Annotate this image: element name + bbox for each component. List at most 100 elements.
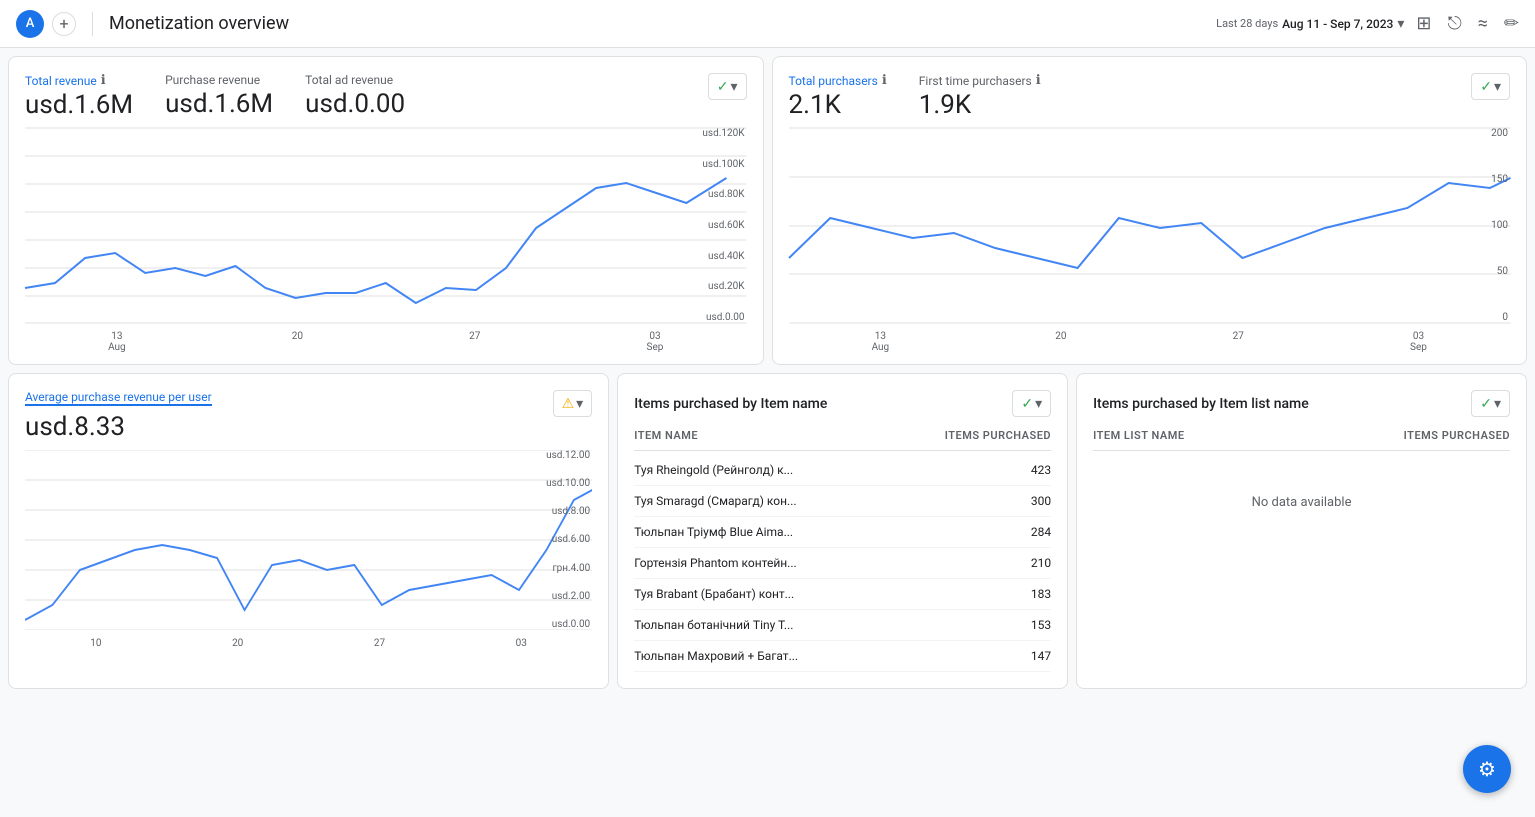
revenue-check-button[interactable]: ✓ ▾ bbox=[708, 73, 747, 100]
add-account-button[interactable]: + bbox=[52, 12, 76, 36]
purchase-revenue-metric: Purchase revenue usd.1.6M bbox=[165, 73, 273, 119]
edit-icon[interactable]: ✏ bbox=[1504, 13, 1519, 34]
chart-icon[interactable]: ⊞ bbox=[1416, 13, 1431, 34]
table-row: Туя Smaragd (Смарагд) кон... 300 bbox=[634, 486, 1051, 517]
header-right: Last 28 days Aug 11 - Sep 7, 2023 ▾ ⊞ ⎋ … bbox=[1216, 13, 1519, 34]
purch-x-label-2: 27 bbox=[1233, 331, 1244, 353]
table-row: Тюльпан Тріумф Blue Aima... 284 bbox=[634, 517, 1051, 548]
rev-x-label-3: 03 Sep bbox=[647, 331, 664, 353]
rev-y-label-1: usd.100K bbox=[702, 159, 744, 170]
date-prefix: Last 28 days bbox=[1216, 17, 1278, 30]
rev-x-label-1: 20 bbox=[292, 331, 303, 353]
date-dropdown-icon[interactable]: ▾ bbox=[1397, 16, 1404, 32]
avatar[interactable]: A bbox=[16, 10, 44, 38]
table-row: Туя Rheingold (Рейнголд) к... 423 bbox=[634, 455, 1051, 486]
purch-y-label-2: 100 bbox=[1491, 220, 1508, 231]
rev-y-label-3: usd.60K bbox=[702, 220, 744, 231]
avg-revenue-card: Average purchase revenue per user usd.8.… bbox=[8, 373, 609, 689]
avg-card-actions: ⚠ ▾ bbox=[553, 390, 593, 417]
avg-y-label-3: usd.6.00 bbox=[546, 534, 590, 545]
purchasers-card-actions: ✓ ▾ bbox=[1471, 73, 1510, 100]
list-check-button[interactable]: ✓ ▾ bbox=[1471, 390, 1510, 417]
revenue-card: Total revenue ℹ usd.1.6M Purchase revenu… bbox=[8, 56, 764, 365]
total-purchasers-info-icon[interactable]: ℹ bbox=[882, 73, 887, 88]
avg-revenue-label: Average purchase revenue per user bbox=[25, 390, 212, 406]
first-time-label: First time purchasers ℹ bbox=[919, 73, 1041, 88]
ad-revenue-value: usd.0.00 bbox=[305, 89, 405, 119]
avg-y-label-0: usd.12.00 bbox=[546, 450, 590, 461]
avg-y-label-2: usd.8.00 bbox=[546, 506, 590, 517]
total-revenue-info-icon[interactable]: ℹ bbox=[101, 73, 106, 88]
top-charts-row: Total revenue ℹ usd.1.6M Purchase revenu… bbox=[8, 56, 1527, 365]
purchasers-check-button[interactable]: ✓ ▾ bbox=[1471, 73, 1510, 100]
items-col-purchased: ITEMS PURCHASED bbox=[945, 429, 1051, 442]
date-value: Aug 11 - Sep 7, 2023 bbox=[1282, 17, 1393, 31]
purch-x-label-3: 03 Sep bbox=[1410, 331, 1427, 353]
row-item-name: Туя Rheingold (Рейнголд) к... bbox=[634, 463, 1031, 477]
items-col-headers: ITEM NAME ITEMS PURCHASED bbox=[634, 429, 1051, 451]
table-row: Тюльпан Махровий + Багат... 147 bbox=[634, 641, 1051, 672]
bottom-row: Average purchase revenue per user usd.8.… bbox=[8, 373, 1527, 689]
first-time-info-icon[interactable]: ℹ bbox=[1036, 73, 1041, 88]
rev-y-label-2: usd.80K bbox=[702, 189, 744, 200]
avg-metric: Average purchase revenue per user usd.8.… bbox=[25, 390, 212, 442]
items-by-name-card: Items purchased by Item name ✓ ▾ ITEM NA… bbox=[617, 373, 1068, 689]
row-item-value: 423 bbox=[1031, 463, 1051, 477]
items-table-body: Туя Rheingold (Рейнголд) к... 423 Туя Sm… bbox=[634, 455, 1051, 672]
share-icon[interactable]: ⎋ bbox=[1448, 13, 1462, 34]
check-icon-2: ✓ bbox=[1480, 78, 1492, 95]
rev-y-label-6: usd.0.00 bbox=[702, 312, 744, 323]
purch-y-label-4: 0 bbox=[1491, 312, 1508, 323]
dropdown-icon: ▾ bbox=[730, 78, 737, 95]
revenue-card-actions: ✓ ▾ bbox=[708, 73, 747, 100]
items-table-header: Items purchased by Item name ✓ ▾ bbox=[634, 390, 1051, 417]
purchase-revenue-label: Purchase revenue bbox=[165, 73, 273, 87]
avg-warning-button[interactable]: ⚠ ▾ bbox=[553, 390, 593, 417]
list-table-header: Items purchased by Item list name ✓ ▾ bbox=[1093, 390, 1510, 417]
purch-y-label-0: 200 bbox=[1491, 128, 1508, 139]
total-revenue-label: Total revenue ℹ bbox=[25, 73, 133, 88]
total-purchasers-label: Total purchasers ℹ bbox=[789, 73, 887, 88]
row-item-value: 153 bbox=[1031, 618, 1051, 632]
date-range[interactable]: Last 28 days Aug 11 - Sep 7, 2023 ▾ bbox=[1216, 16, 1404, 32]
total-purchasers-metric: Total purchasers ℹ 2.1K bbox=[789, 73, 887, 120]
list-col-purchased: ITEMS PURCHASED bbox=[1404, 429, 1510, 442]
first-time-value: 1.9K bbox=[919, 90, 1041, 120]
row-item-value: 300 bbox=[1031, 494, 1051, 508]
avg-y-label-1: usd.10.00 bbox=[546, 478, 590, 489]
header-divider bbox=[92, 12, 93, 36]
rev-y-label-4: usd.40K bbox=[702, 251, 744, 262]
purch-x-label-0: 13 Aug bbox=[872, 331, 890, 353]
dropdown-icon-2: ▾ bbox=[1494, 78, 1501, 95]
items-check-button[interactable]: ✓ ▾ bbox=[1012, 390, 1051, 417]
check-icon: ✓ bbox=[717, 78, 729, 95]
rev-y-label-5: usd.20K bbox=[702, 281, 744, 292]
revenue-metrics: Total revenue ℹ usd.1.6M Purchase revenu… bbox=[25, 73, 747, 120]
list-col-name: ITEM LIST NAME bbox=[1093, 429, 1404, 442]
check-icon-4: ✓ bbox=[1480, 395, 1492, 412]
ad-revenue-label: Total ad revenue bbox=[305, 73, 405, 87]
list-col-headers: ITEM LIST NAME ITEMS PURCHASED bbox=[1093, 429, 1510, 451]
avg-chart: usd.12.00 usd.10.00 usd.8.00 usd.6.00 гр… bbox=[25, 450, 592, 649]
compare-icon[interactable]: ≈ bbox=[1478, 13, 1488, 34]
avg-metrics-row: Average purchase revenue per user usd.8.… bbox=[25, 390, 592, 442]
ad-revenue-metric: Total ad revenue usd.0.00 bbox=[305, 73, 405, 119]
first-time-metric: First time purchasers ℹ 1.9K bbox=[919, 73, 1041, 120]
purchasers-metrics: Total purchasers ℹ 2.1K First time purch… bbox=[789, 73, 1511, 120]
revenue-chart: usd.120K usd.100K usd.80K usd.60K usd.40… bbox=[25, 128, 747, 348]
row-item-name: Тюльпан Махровий + Багат... bbox=[634, 649, 1031, 663]
row-item-name: Тюльпан ботанічний Tiny T... bbox=[634, 618, 1031, 632]
fab-button[interactable]: ⚙ bbox=[1463, 745, 1511, 793]
avg-revenue-value: usd.8.33 bbox=[25, 412, 212, 442]
purchase-revenue-value: usd.1.6M bbox=[165, 89, 273, 119]
row-item-name: Тюльпан Тріумф Blue Aima... bbox=[634, 525, 1031, 539]
total-revenue-metric: Total revenue ℹ usd.1.6M bbox=[25, 73, 133, 120]
purch-x-label-1: 20 bbox=[1055, 331, 1066, 353]
row-item-value: 183 bbox=[1031, 587, 1051, 601]
rev-x-label-2: 27 bbox=[469, 331, 480, 353]
header: A + Monetization overview Last 28 days A… bbox=[0, 0, 1535, 48]
purchasers-chart: 200 150 100 50 0 13 Aug 20 27 bbox=[789, 128, 1511, 348]
warning-icon: ⚠ bbox=[562, 395, 575, 412]
items-table-title: Items purchased by Item name bbox=[634, 396, 827, 412]
list-no-data: No data available bbox=[1093, 455, 1510, 550]
